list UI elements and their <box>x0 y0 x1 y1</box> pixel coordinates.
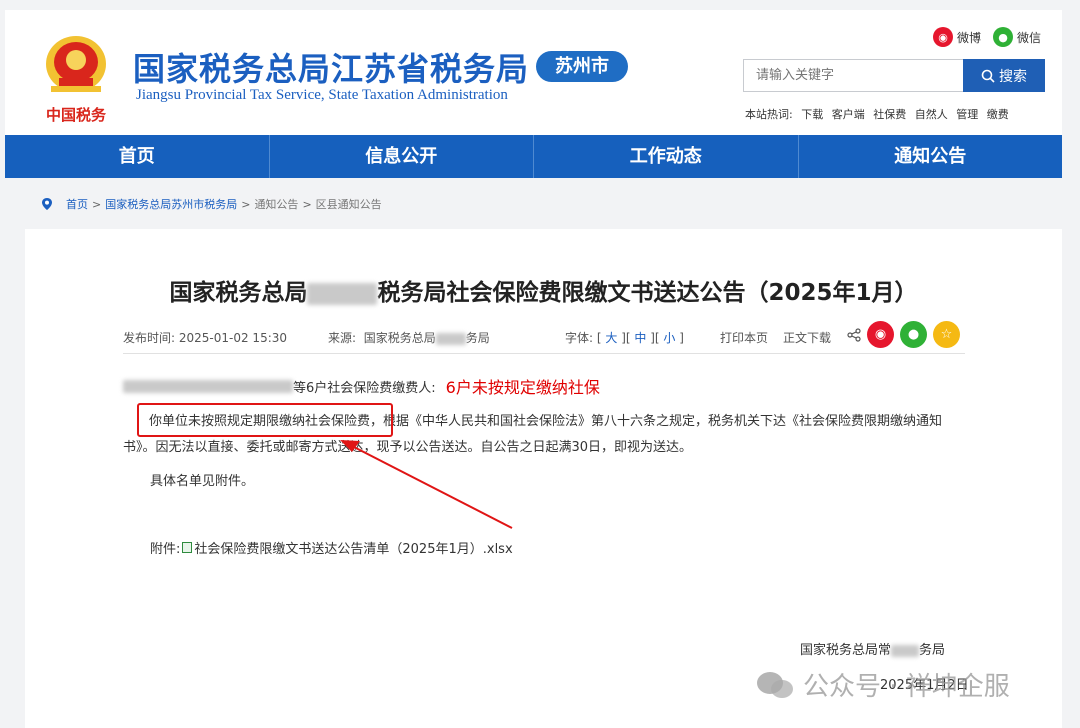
share-wechat-icon[interactable]: ● <box>900 321 927 348</box>
excel-file-icon <box>182 542 193 553</box>
location-pin-icon <box>42 198 52 210</box>
hot-keywords: 本站热词: 下载 客户端 社保费 自然人 管理 缴费 <box>745 106 1014 122</box>
favorite-star-icon[interactable]: ☆ <box>933 321 960 348</box>
emblem-caption: 中国税务 <box>46 106 107 124</box>
article-source: 来源: 国家税务总局 务局 <box>328 331 490 345</box>
search-input[interactable] <box>743 59 963 92</box>
search-button[interactable]: 搜索 <box>963 59 1045 92</box>
nav-info-disclosure[interactable]: 信息公开 <box>270 135 534 178</box>
search-button-label: 搜索 <box>999 68 1027 85</box>
main-nav: 首页 信息公开 工作动态 通知公告 <box>5 135 1062 178</box>
breadcrumb-sep: > <box>92 197 102 211</box>
highlight-box <box>137 403 393 437</box>
hot-keyword-natural-person[interactable]: 自然人 <box>915 108 948 121</box>
breadcrumb-announcements[interactable]: 通知公告 <box>254 196 298 212</box>
wechat-watermark-icon <box>757 671 793 698</box>
article-title: 国家税务总局 税务局社会保险费限缴文书送达公告（2025年1月） <box>25 273 1062 307</box>
article-title-prefix: 国家税务总局 <box>169 280 308 306</box>
wechat-icon: ● <box>993 27 1013 47</box>
share-weibo-icon[interactable]: ◉ <box>867 321 894 348</box>
breadcrumb-sep: > <box>241 197 251 211</box>
font-size-medium[interactable]: 中 <box>634 331 646 345</box>
hot-keyword-payment[interactable]: 缴费 <box>987 108 1009 121</box>
hot-keyword-social-insurance[interactable]: 社保费 <box>873 108 906 121</box>
wechat-label: 微信 <box>1017 30 1042 45</box>
breadcrumb-district-announcements[interactable]: 区县通知公告 <box>316 196 382 212</box>
site-name: 国家税务总局江苏省税务局 <box>133 50 530 88</box>
hot-keywords-label: 本站热词: <box>745 108 793 121</box>
article-meta: 发布时间: 2025-01-02 15:30 来源: 国家税务总局 务局 字体: … <box>123 321 965 354</box>
publish-time: 发布时间: 2025-01-02 15:30 <box>123 331 288 345</box>
weibo-icon: ◉ <box>933 27 953 47</box>
redaction-blur <box>891 644 920 657</box>
breadcrumb: 首页 > 国家税务总局苏州市税务局 > 通知公告 > 区县通知公告 <box>40 196 382 212</box>
breadcrumb-sep: > <box>302 197 312 211</box>
meta-divider <box>123 353 965 354</box>
weibo-label: 微博 <box>957 30 982 45</box>
hot-keyword-management[interactable]: 管理 <box>956 108 978 121</box>
redaction-blur <box>307 282 378 305</box>
breadcrumb-home[interactable]: 首页 <box>66 196 88 212</box>
recipient-line: 等6户社会保险费缴费人: 6户未按规定缴纳社保 <box>123 374 600 398</box>
nav-work-news[interactable]: 工作动态 <box>534 135 799 178</box>
search-icon <box>981 69 995 83</box>
share-icon[interactable] <box>847 327 861 342</box>
red-annotation: 6户未按规定缴纳社保 <box>445 378 600 397</box>
weibo-link[interactable]: ◉ 微博 <box>933 27 981 47</box>
recipient-text: 等6户社会保险费缴费人: <box>293 380 436 396</box>
breadcrumb-suzhou-bureau[interactable]: 国家税务总局苏州市税务局 <box>105 196 237 212</box>
font-size-large[interactable]: 大 <box>605 331 617 345</box>
download-article-link[interactable]: 正文下载 <box>783 329 831 346</box>
hot-keyword-download[interactable]: 下载 <box>801 108 823 121</box>
tax-emblem-logo[interactable]: 中国税务 <box>41 28 111 128</box>
share-bar: ◉ ● ☆ <box>847 321 960 348</box>
site-header: 中国税务 国家税务总局江苏省税务局 Jiangsu Provincial Tax… <box>5 10 1062 135</box>
article-title-suffix: 税务局社会保险费限缴文书送达公告（2025年1月） <box>377 280 918 306</box>
city-badge[interactable]: 苏州市 <box>536 51 628 82</box>
issuer-signature: 国家税务总局常 务局 <box>800 643 946 658</box>
article-paragraph-list-note: 具体名单见附件。 <box>150 474 255 489</box>
site-name-en: Jiangsu Provincial Tax Service, State Ta… <box>136 87 508 103</box>
redaction-blur <box>123 379 293 393</box>
hot-keyword-client[interactable]: 客户端 <box>832 108 865 121</box>
nav-announcements[interactable]: 通知公告 <box>799 135 1063 178</box>
redaction-blur <box>435 332 466 345</box>
attachment-link[interactable]: 社会保险费限缴文书送达公告清单（2025年1月）.xlsx <box>194 538 512 557</box>
wechat-watermark: 公众号 · 祥坤企服 <box>755 666 1010 703</box>
print-page-link[interactable]: 打印本页 <box>720 329 768 346</box>
attachment-row: 附件: 社会保险费限缴文书送达公告清单（2025年1月）.xlsx <box>150 538 513 557</box>
wechat-link[interactable]: ● 微信 <box>993 27 1041 47</box>
font-size-small[interactable]: 小 <box>663 331 675 345</box>
watermark-text: 公众号 · 祥坤企服 <box>803 672 1010 702</box>
attachment-label: 附件: <box>150 542 181 557</box>
nav-home[interactable]: 首页 <box>5 135 270 178</box>
article-panel: 国家税务总局 税务局社会保险费限缴文书送达公告（2025年1月） 发布时间: 20… <box>25 229 1062 728</box>
font-size-switcher: 字体: [ 大 ][ 中 ][ 小 ] <box>565 331 684 345</box>
